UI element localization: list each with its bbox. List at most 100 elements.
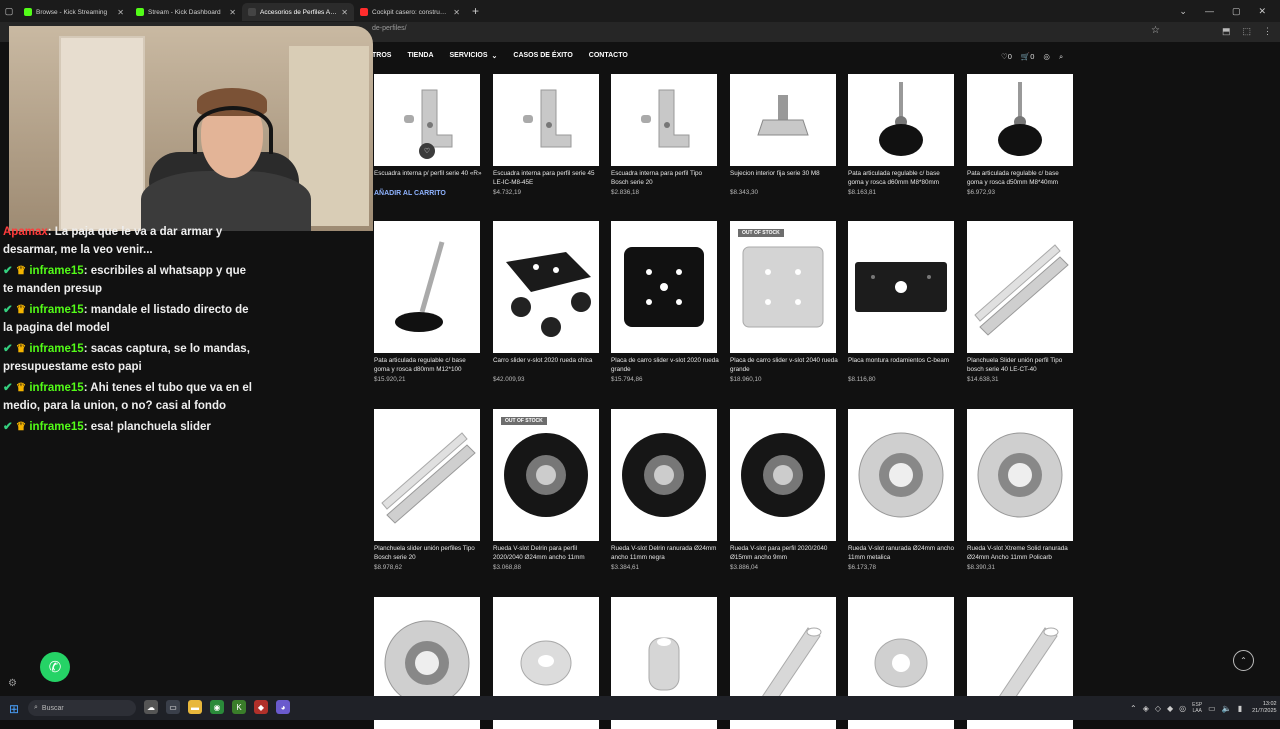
clock[interactable]: 13:02 21/7/2025 — [1252, 701, 1276, 715]
task-view-icon[interactable]: ▭ — [166, 700, 180, 714]
product-name[interactable]: Rueda V-slot Delrin ranurada Ø24mm ancho… — [611, 545, 719, 562]
nav-item[interactable]: CASOS DE ÉXITO — [513, 52, 572, 60]
cart-icon[interactable]: 🛒0 — [1021, 52, 1035, 62]
wishlist-icon[interactable]: ♡0 — [1001, 52, 1012, 62]
product-name[interactable]: Carro slider v-slot 2020 rueda chica — [493, 357, 601, 374]
product-image[interactable] — [493, 221, 599, 353]
product-name[interactable]: Planchuela Slider unión perfil Tipo bosc… — [967, 357, 1075, 374]
nav-item[interactable]: CONTACTO — [589, 52, 628, 60]
add-to-cart-button[interactable]: AÑADIR AL CARRITO — [374, 190, 482, 197]
product-image[interactable] — [374, 409, 480, 541]
product-name[interactable]: Rueda V-slot ranurada Ø24mm ancho 11mm m… — [848, 545, 956, 562]
chat-username[interactable]: inframe15 — [29, 421, 83, 433]
menu-icon[interactable]: ⋮ — [1263, 26, 1272, 37]
tab-actions-icon[interactable]: ▢ — [0, 6, 18, 17]
product-card[interactable]: Rueda V-slot Xtreme Solid ranurada Ø24mm… — [967, 409, 1075, 571]
product-name[interactable]: Planchuela slider unión perfiles Tipo Bo… — [374, 545, 482, 562]
chat-username[interactable]: Apamax — [3, 226, 48, 238]
product-card[interactable]: Rueda V-slot para perfil 2020/2040 Ø15mm… — [730, 409, 838, 571]
tab-search-icon[interactable]: ⌄ — [1179, 6, 1187, 17]
product-name[interactable]: Pata articulada regulable c/ base goma y… — [848, 170, 956, 187]
product-name[interactable]: Rueda V-slot para perfil 2020/2040 Ø15mm… — [730, 545, 838, 562]
product-image[interactable]: OUT OF STOCK — [730, 221, 836, 353]
product-image[interactable] — [611, 409, 717, 541]
product-card[interactable]: Rueda V-slot Delrin ranurada Ø24mm ancho… — [611, 409, 719, 571]
close-icon[interactable]: ✕ — [1258, 6, 1266, 17]
taskbar-search[interactable]: ⌕ Buscar — [28, 700, 136, 716]
wishlist-heart-icon[interactable]: ♡ — [419, 143, 435, 159]
new-tab-button[interactable]: + — [466, 4, 485, 18]
product-image[interactable] — [730, 74, 836, 166]
chat-username[interactable]: inframe15 — [29, 304, 83, 316]
product-image[interactable] — [967, 74, 1073, 166]
battery-icon[interactable]: ▮ — [1238, 704, 1242, 713]
product-name[interactable]: Rueda V-slot Delrin para perfil 2020/204… — [493, 545, 601, 562]
product-card[interactable]: Carro slider v-slot 2020 rueda chica $42.… — [493, 221, 601, 383]
product-image[interactable] — [730, 409, 836, 541]
product-image[interactable]: ♡ — [374, 74, 480, 166]
chat-username[interactable]: inframe15 — [29, 265, 83, 277]
search-icon[interactable]: ⌕ — [1059, 52, 1063, 62]
product-name[interactable]: Pata articulada regulable c/ base goma y… — [374, 357, 482, 374]
product-card[interactable]: Sujecion interior fija serie 30 M8 $8.343… — [730, 74, 838, 196]
product-card[interactable]: Pata articulada regulable c/ base goma y… — [374, 221, 482, 383]
product-name[interactable]: Placa montura rodamientos C-beam — [848, 357, 956, 374]
product-image[interactable] — [374, 221, 480, 353]
discord-icon[interactable]: ◕ — [276, 700, 290, 714]
whatsapp-icon[interactable]: ✆ — [40, 652, 70, 682]
tab-close-icon[interactable]: ✕ — [229, 8, 236, 17]
chrome-icon[interactable]: ◉ — [210, 700, 224, 714]
product-image[interactable] — [611, 221, 717, 353]
tray-app-icon[interactable]: ◈ — [1143, 704, 1149, 713]
product-image[interactable]: OUT OF STOCK — [493, 409, 599, 541]
extension-icon[interactable]: ⬒ — [1222, 26, 1231, 37]
bookmark-star-icon[interactable]: ☆ — [1151, 25, 1160, 36]
product-name[interactable]: Rueda V-slot Xtreme Solid ranurada Ø24mm… — [967, 545, 1075, 562]
product-name[interactable]: Placa de carro slider v-slot 2020 rueda … — [611, 357, 719, 374]
product-name[interactable]: Escuadra interna para perfil Tipo Bosch … — [611, 170, 719, 187]
start-icon[interactable]: ⊞ — [9, 702, 19, 716]
product-image[interactable] — [967, 409, 1073, 541]
chevron-up-icon[interactable]: ⌃ — [1130, 704, 1137, 713]
tray-app-icon[interactable]: ◎ — [1179, 704, 1186, 713]
product-card[interactable]: Planchuela Slider unión perfil Tipo bosc… — [967, 221, 1075, 383]
product-image[interactable] — [493, 74, 599, 166]
gear-icon[interactable]: ⚙ — [8, 678, 17, 689]
widgets-icon[interactable]: ☁ — [144, 700, 158, 714]
tab-close-icon[interactable]: ✕ — [453, 8, 460, 17]
product-card[interactable]: Placa montura rodamientos C-beam $8.116,8… — [848, 221, 956, 383]
product-card[interactable]: Escuadra interna para perfil Tipo Bosch … — [611, 74, 719, 196]
tab-close-icon[interactable]: ✕ — [341, 8, 348, 17]
puzzle-icon[interactable]: ⬚ — [1242, 26, 1251, 37]
nav-item[interactable]: TIENDA — [407, 52, 433, 60]
url-text[interactable]: de-perfiles/ — [372, 25, 407, 32]
browser-tab[interactable]: Accesorios de Perfiles Archives ✕ — [242, 3, 354, 21]
volume-icon[interactable]: 🔈 — [1222, 704, 1232, 713]
browser-tab[interactable]: Browse - Kick Streaming ✕ — [18, 3, 130, 21]
tab-close-icon[interactable]: ✕ — [117, 8, 124, 17]
product-card[interactable]: Planchuela slider unión perfiles Tipo Bo… — [374, 409, 482, 571]
minimize-icon[interactable]: — — [1205, 6, 1214, 16]
network-icon[interactable]: ▭ — [1208, 704, 1216, 713]
product-image[interactable] — [848, 409, 954, 541]
browser-tab[interactable]: Stream - Kick Dashboard ✕ — [130, 3, 242, 21]
product-card[interactable]: Escuadra interna para perfil serie 45 LE… — [493, 74, 601, 196]
product-image[interactable] — [967, 221, 1073, 353]
product-card[interactable]: Pata articulada regulable c/ base goma y… — [967, 74, 1075, 196]
maximize-icon[interactable]: ▢ — [1232, 6, 1241, 17]
product-name[interactable]: Sujecion interior fija serie 30 M8 — [730, 170, 838, 187]
product-image[interactable] — [848, 74, 954, 166]
product-name[interactable]: Escuadra interna para perfil serie 45 LE… — [493, 170, 601, 187]
product-name[interactable]: Escuadra interna p/ perfil serie 40 «R» — [374, 170, 482, 187]
tray-app-icon[interactable]: ◇ — [1155, 704, 1161, 713]
file-explorer-icon[interactable]: ▬ — [188, 700, 202, 714]
nav-item[interactable]: TROS — [372, 52, 391, 60]
product-card[interactable]: Pata articulada regulable c/ base goma y… — [848, 74, 956, 196]
product-card[interactable]: ♡ Escuadra interna p/ perfil serie 40 «R»… — [374, 74, 482, 197]
account-icon[interactable]: ◎ — [1043, 52, 1050, 62]
language-indicator[interactable]: ESP LAA — [1192, 702, 1202, 714]
tray-app-icon[interactable]: ◆ — [1167, 704, 1173, 713]
kick-app-icon[interactable]: K — [232, 700, 246, 714]
browser-tab[interactable]: Cockpit casero: construye tu ✕ — [354, 3, 466, 21]
product-card[interactable]: Rueda V-slot ranurada Ø24mm ancho 11mm m… — [848, 409, 956, 571]
